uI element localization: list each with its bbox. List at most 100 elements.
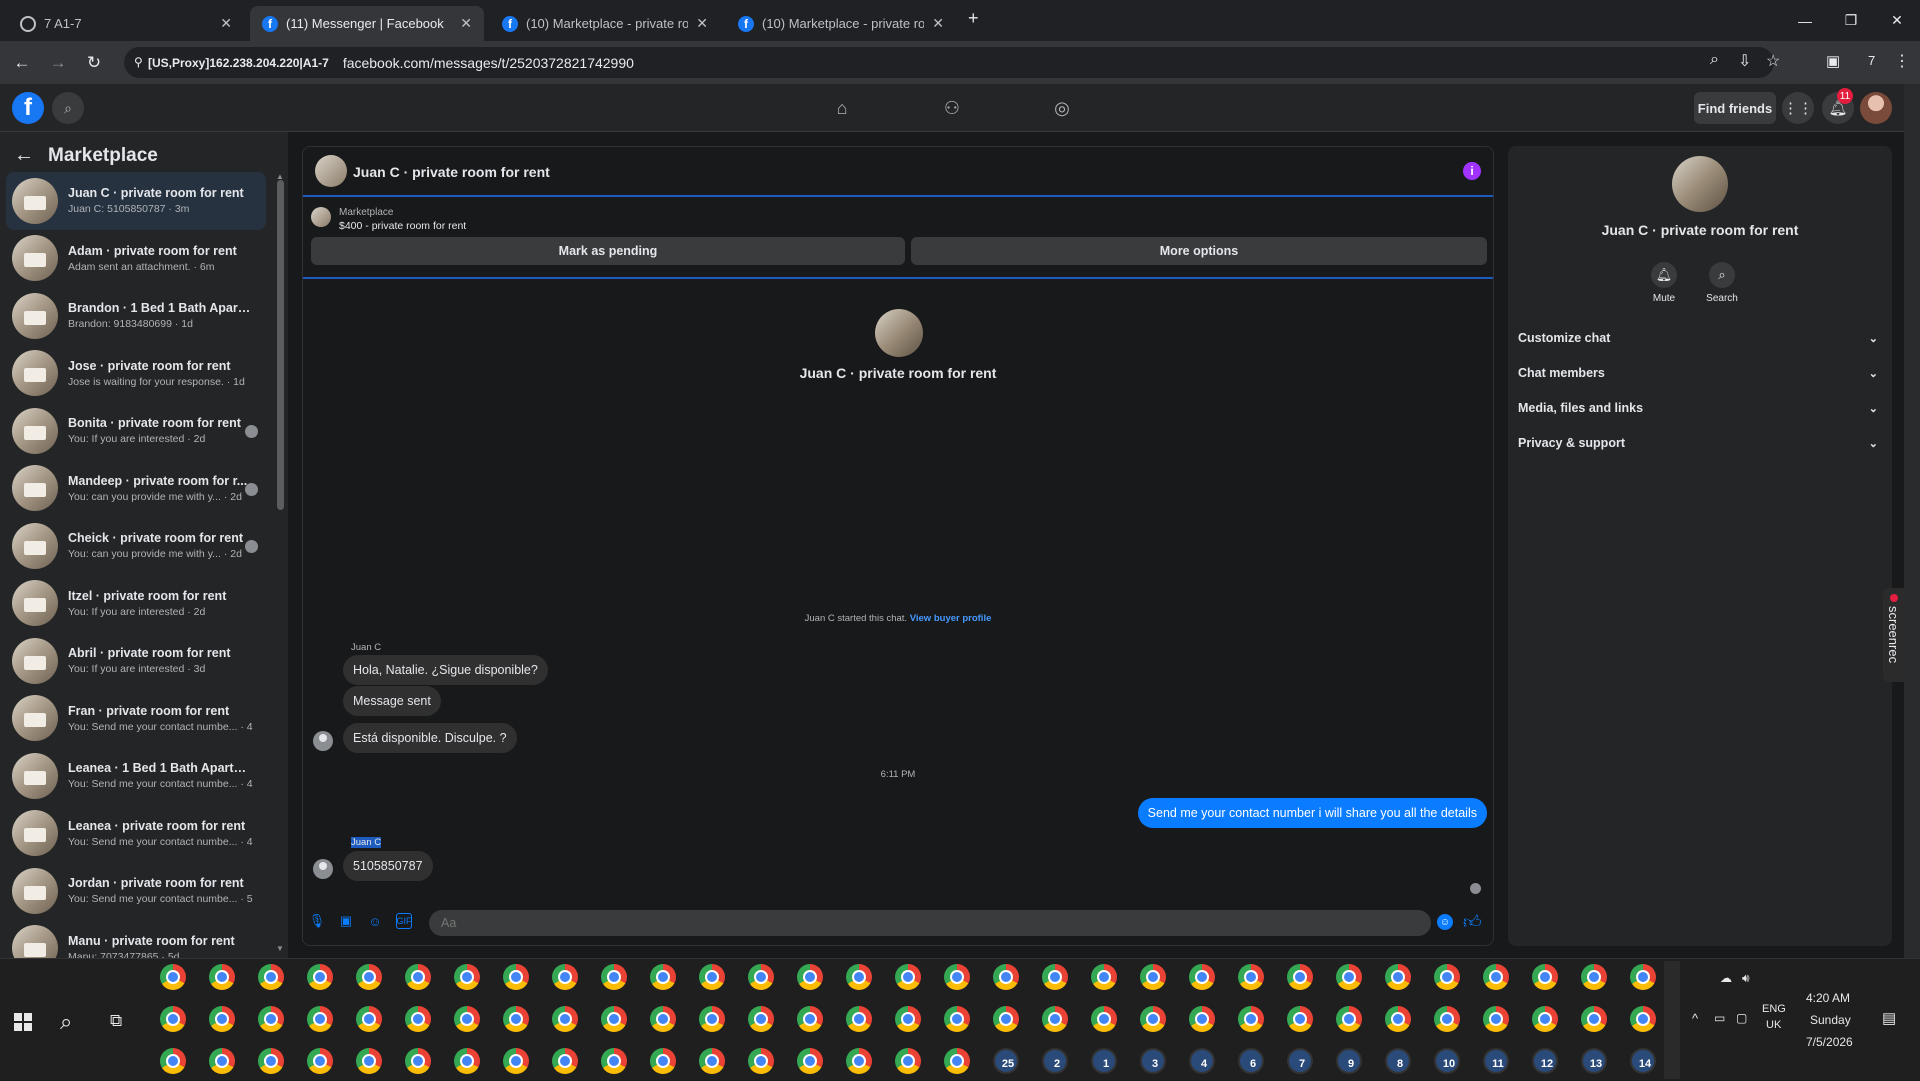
profile-app-icon[interactable]: 12 — [1532, 1048, 1558, 1074]
chrome-icon[interactable] — [699, 1048, 725, 1074]
facebook-logo-icon[interactable]: f — [12, 92, 44, 124]
chrome-icon[interactable] — [993, 964, 1019, 990]
chrome-icon[interactable] — [846, 964, 872, 990]
chrome-icon[interactable] — [1238, 1006, 1264, 1032]
chrome-icon[interactable] — [797, 1048, 823, 1074]
chrome-icon[interactable] — [601, 964, 627, 990]
chrome-icon[interactable] — [1140, 964, 1166, 990]
sticker-icon[interactable]: ☺ — [367, 913, 383, 929]
chrome-icon[interactable] — [699, 1006, 725, 1032]
chrome-icon[interactable] — [1091, 964, 1117, 990]
profile-app-icon[interactable]: 3 — [1140, 1048, 1166, 1074]
chrome-icon[interactable] — [650, 1006, 676, 1032]
notification-center-icon[interactable]: ▤ — [1882, 1009, 1896, 1027]
browser-tab-1[interactable]: o 7 A1-7 ✕ — [8, 6, 244, 41]
photo-icon[interactable]: ▣ — [338, 913, 354, 929]
conversation-item[interactable]: Adam · private room for rent Adam sent an… — [6, 230, 266, 288]
chrome-icon[interactable] — [356, 964, 382, 990]
chrome-icon[interactable] — [1630, 1006, 1656, 1032]
conversation-item[interactable]: Cheick · private room for rent You: can y… — [6, 517, 266, 575]
chrome-icon[interactable] — [1287, 964, 1313, 990]
clock-time[interactable]: 4:20 AM — [1806, 991, 1850, 1005]
chrome-icon[interactable] — [454, 1048, 480, 1074]
language-label[interactable]: ENG — [1762, 1003, 1786, 1015]
chrome-icon[interactable] — [944, 1048, 970, 1074]
window-close-icon[interactable]: ✕ — [1874, 0, 1920, 41]
chrome-icon[interactable] — [1532, 964, 1558, 990]
chrome-icon[interactable] — [1581, 1006, 1607, 1032]
forward-icon[interactable]: → — [46, 51, 70, 75]
chrome-icon[interactable] — [356, 1048, 382, 1074]
back-icon[interactable]: ← — [10, 51, 34, 75]
scroll-up-icon[interactable]: ▲ — [276, 172, 284, 181]
chrome-icon[interactable] — [748, 964, 774, 990]
profile-app-icon[interactable]: 9 — [1336, 1048, 1362, 1074]
conversation-item[interactable]: Jordan · private room for rent You: Send … — [6, 862, 266, 920]
mark-as-pending-button[interactable]: Mark as pending — [311, 237, 905, 265]
chrome-icon[interactable] — [552, 1006, 578, 1032]
chrome-icon[interactable] — [895, 1006, 921, 1032]
info-panel-avatar[interactable] — [1672, 156, 1728, 212]
close-icon[interactable]: ✕ — [932, 15, 944, 32]
groups-icon[interactable]: ◎ — [1050, 96, 1074, 120]
chrome-icon[interactable] — [209, 1006, 235, 1032]
chrome-icon[interactable] — [503, 1006, 529, 1032]
chrome-icon[interactable] — [258, 1048, 284, 1074]
close-icon[interactable]: ✕ — [220, 15, 232, 32]
chrome-icon[interactable] — [1385, 1006, 1411, 1032]
search-conversation-button[interactable]: ⌕ Search — [1697, 262, 1747, 304]
chrome-icon[interactable] — [797, 1006, 823, 1032]
friends-icon[interactable]: ⚇ — [940, 96, 964, 120]
conversation-item[interactable]: Itzel · private room for rent You: If you… — [6, 575, 266, 633]
chrome-icon[interactable] — [454, 1006, 480, 1032]
task-view-icon[interactable]: ⧉ — [110, 1011, 122, 1031]
mute-button[interactable]: 🔔︎ Mute — [1639, 262, 1689, 304]
restore-icon[interactable]: ❐ — [1828, 0, 1874, 41]
microphone-icon[interactable]: 🎙︎ — [309, 913, 326, 929]
chrome-icon[interactable] — [307, 1048, 333, 1074]
sender-avatar[interactable] — [313, 731, 333, 751]
chrome-icon[interactable] — [454, 964, 480, 990]
chrome-icon[interactable] — [1189, 964, 1215, 990]
browser-tab-2[interactable]: f (11) Messenger | Facebook ✕ — [250, 6, 484, 41]
clock-day[interactable]: Sunday — [1810, 1013, 1851, 1027]
sidebar-scrollbar[interactable] — [277, 180, 284, 510]
chrome-icon[interactable] — [993, 1006, 1019, 1032]
conversation-item[interactable]: Abril · private room for rent You: If you… — [6, 632, 266, 690]
browser-tab-4[interactable]: f (10) Marketplace - private room ✕ — [726, 6, 956, 41]
chrome-icon[interactable] — [944, 964, 970, 990]
chrome-icon[interactable] — [1042, 1006, 1068, 1032]
chrome-icon[interactable] — [1385, 964, 1411, 990]
conversation-item[interactable]: Bonita · private room for rent You: If yo… — [6, 402, 266, 460]
profile-app-icon[interactable]: 13 — [1581, 1048, 1607, 1074]
close-icon[interactable]: ✕ — [696, 15, 708, 32]
volume-icon[interactable]: 🔊︎ — [1742, 971, 1750, 986]
chrome-icon[interactable] — [356, 1006, 382, 1032]
profile-app-icon[interactable]: 7 — [1287, 1048, 1313, 1074]
chrome-icon[interactable] — [748, 1006, 774, 1032]
show-hidden-icon[interactable]: ^ — [1692, 1011, 1698, 1026]
conversation-item[interactable]: Leanea · 1 Bed 1 Bath Apartment You: Send… — [6, 747, 266, 805]
incoming-message[interactable]: Message sent — [343, 686, 441, 716]
chrome-icon[interactable] — [258, 964, 284, 990]
section-chat-members[interactable]: Chat members ⌄ — [1518, 361, 1878, 385]
profile-counter[interactable]: 7 — [1868, 53, 1875, 68]
chrome-icon[interactable] — [552, 964, 578, 990]
zoom-icon[interactable]: ⌕ — [1710, 51, 1719, 69]
bookmark-star-icon[interactable]: ☆ — [1766, 51, 1780, 71]
install-icon[interactable]: ⇩ — [1738, 51, 1751, 71]
chrome-icon[interactable] — [601, 1048, 627, 1074]
windows-start-icon[interactable] — [14, 1013, 32, 1031]
find-friends-button[interactable]: Find friends — [1694, 92, 1776, 124]
home-icon[interactable]: ⌂ — [830, 96, 854, 120]
region-label[interactable]: UK — [1766, 1019, 1781, 1031]
chrome-icon[interactable] — [160, 1006, 186, 1032]
incoming-message[interactable]: Hola, Natalie. ¿Sigue disponible? — [343, 655, 548, 685]
chrome-icon[interactable] — [209, 964, 235, 990]
clock-date[interactable]: 7/5/2026 — [1806, 1035, 1853, 1049]
incoming-message[interactable]: 5105850787 — [343, 851, 433, 881]
network-icon[interactable]: ▭ — [1714, 1011, 1725, 1025]
info-icon[interactable]: i — [1463, 162, 1481, 180]
section-privacy-support[interactable]: Privacy & support ⌄ — [1518, 431, 1878, 455]
chrome-icon[interactable] — [944, 1006, 970, 1032]
